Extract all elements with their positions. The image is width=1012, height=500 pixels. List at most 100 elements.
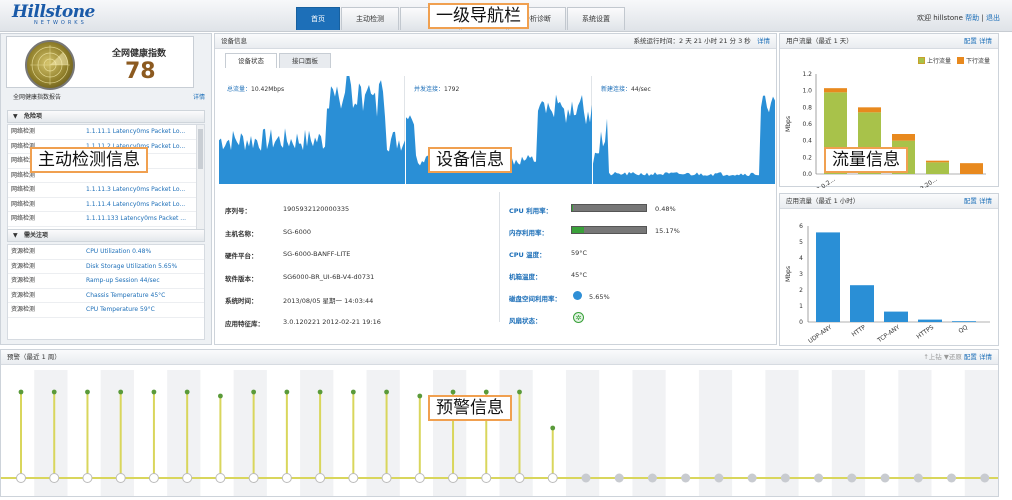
downstream-bar: [892, 134, 915, 141]
y-tick-label: 1.2: [802, 71, 812, 78]
serial-row: 序列号： 1905932120000335: [225, 205, 350, 215]
warning-point: [251, 389, 257, 395]
fan-icon: ✲: [573, 312, 584, 323]
app-traffic-title: 应用流量（最近 1 小时）: [786, 197, 860, 205]
app-traffic-config-link[interactable]: 配置: [964, 197, 977, 205]
y-tick-label: 6: [799, 223, 803, 230]
radar-icon: [25, 40, 75, 90]
timeline-node: [248, 473, 259, 483]
fan-status-row: 风扇状态： ✲: [509, 309, 769, 331]
watch-list: 资源检测 CPU Utilization 0.48% 资源检测 Disk Storag…: [7, 244, 205, 340]
timeline-node: [647, 473, 657, 483]
warning-config-link[interactable]: 配置: [964, 353, 977, 361]
watch-section-header[interactable]: ▼ 需关注项: [7, 229, 205, 242]
y-tick-label: 4: [799, 255, 803, 262]
dangerous-list-item[interactable]: 网络检测 1.1.11.3 Latency0ms Packet Lo...: [8, 183, 204, 198]
new-sessions-chart: 新建连接：44/sec: [593, 76, 775, 184]
timeline-node: [315, 473, 326, 483]
y-axis-label: Mbps: [785, 266, 792, 282]
timeline-node: [49, 473, 60, 483]
row-text: CPU Temperature 59°C: [86, 306, 155, 313]
dangerous-list-item[interactable]: 网络检测 1.1.11.1 Latency0ms Packet Lo...: [8, 125, 204, 140]
x-tick-label: UDP-ANY: [807, 324, 833, 345]
warning-point: [450, 389, 456, 395]
user-box: 欢迎 hillstone 帮助 | 退出: [917, 13, 1000, 23]
row-type: 网络检测: [11, 186, 36, 193]
nav-tab-active-detect[interactable]: 主动检测: [341, 7, 399, 30]
watch-list-item[interactable]: 资源检测 CPU Temperature 59°C: [8, 303, 204, 318]
software-version-row: 软件版本： SG6000-BR_UI-6B-V4-d0731: [225, 272, 375, 283]
warning-point: [218, 393, 223, 399]
app-bar: [850, 285, 874, 322]
timeline-node: [980, 473, 990, 483]
x-tick-label: HTTP: [851, 324, 868, 339]
timeline-node: [481, 473, 492, 483]
y-tick-label: 1.0: [802, 88, 812, 95]
device-detail-link[interactable]: 详情: [757, 37, 770, 45]
health-report-detail-link[interactable]: 详情: [193, 92, 205, 101]
watch-list-item[interactable]: 资源检测 Ramp-up Session 44/sec: [8, 274, 204, 289]
callout-traffic-info: 流量信息: [824, 147, 908, 173]
dangerous-list-scrollbar[interactable]: [196, 125, 204, 240]
warning-point: [417, 393, 423, 399]
row-text: 1.1.11.4 Latency0ms Packet Lo...: [86, 200, 186, 208]
warning-panel: 预警（最近 1 周） ↑上钻 ▼还原 配置 详情: [0, 349, 999, 497]
row-type: 资源检测: [11, 291, 36, 299]
y-tick-label: 0: [799, 319, 803, 326]
warning-header: 预警（最近 1 周） ↑上钻 ▼还原 配置 详情: [1, 350, 998, 365]
x-tick-label: 113.20...: [913, 176, 939, 188]
user-traffic-title: 用户流量（最近 1 天）: [786, 37, 853, 45]
y-tick-label: 1: [799, 303, 803, 310]
downstream-bar: [824, 88, 847, 93]
timeline-node: [581, 473, 591, 483]
warning-toolbar[interactable]: ↑上钻 ▼还原: [923, 353, 962, 361]
device-info-panel: 设备信息 系统运行时间：2 天 21 小时 21 分 3 秒 详情 设备状态 接…: [214, 33, 777, 345]
system-time-row: 系统时间： 2013/08/05 星期一 14:03:44: [225, 297, 374, 305]
dangerous-list-item[interactable]: 网络检测 1.1.11.4 Latency0ms Packet Lo...: [8, 198, 204, 212]
help-link[interactable]: 帮助: [965, 14, 979, 22]
timeline-node: [880, 473, 890, 483]
row-type: 网络检测: [11, 128, 36, 135]
health-report-row: 全网健康指数报告 详情: [1, 92, 211, 104]
app-traffic-detail-link[interactable]: 详情: [979, 197, 992, 205]
row-type: 资源检测: [11, 306, 36, 313]
warning-point: [317, 389, 323, 395]
timeline-node: [381, 473, 392, 483]
tab-device-status[interactable]: 设备状态: [225, 53, 277, 68]
app-signature-row: 应用特征库： 3.0.120221 2012-02-21 19:16: [225, 317, 381, 328]
collapse-icon: ▼: [13, 113, 18, 120]
user-traffic-config-link[interactable]: 配置: [964, 37, 977, 45]
timeline-node: [714, 473, 724, 483]
callout-primary-nav: 一级导航栏: [428, 3, 529, 29]
health-index-title: 全网健康指数: [112, 49, 167, 59]
row-text: Disk Storage Utilization 5.65%: [86, 262, 178, 270]
warning-point: [284, 389, 290, 395]
dangerous-list-item[interactable]: 网络检测 1.1.11.133 Latency0ms Packet ...: [8, 212, 204, 227]
warning-point: [51, 389, 57, 395]
warning-detail-link[interactable]: 详情: [979, 353, 992, 361]
logout-link[interactable]: 退出: [986, 14, 1000, 22]
watch-list-item[interactable]: 资源检测 Disk Storage Utilization 5.65%: [8, 260, 204, 274]
dangerous-section-header[interactable]: ▼ 危险项: [7, 110, 205, 123]
watch-list-item[interactable]: 资源检测 CPU Utilization 0.48%: [8, 245, 204, 260]
y-tick-label: 0.2: [802, 154, 812, 161]
logo: Hillstone NETWORKS: [12, 4, 100, 27]
warning-point: [184, 389, 190, 395]
tab-interface-panel[interactable]: 接口面板: [279, 53, 331, 68]
collapse-icon: ▼: [13, 232, 18, 239]
watch-section-title: 需关注项: [24, 232, 49, 239]
timeline-node: [747, 473, 757, 483]
timeline-node: [414, 473, 425, 483]
warning-point: [483, 389, 489, 395]
chassis-temp-row: 机箱温度： 45°C: [509, 271, 588, 281]
nav-tab-settings[interactable]: 系统设置: [567, 7, 625, 30]
user-traffic-detail-link[interactable]: 详情: [979, 37, 992, 45]
nav-tab-home[interactable]: 首页: [296, 7, 340, 30]
warning-point: [384, 389, 389, 395]
total-traffic-chart: 总流量：10.42Mbps: [219, 76, 405, 184]
watch-list-item[interactable]: 资源检测 Chassis Temperature 45°C: [8, 289, 204, 303]
y-tick-label: 3: [799, 271, 803, 278]
cpu-temp-row: CPU 温度： 59°C: [509, 249, 588, 259]
concurrent-sessions-label: 并发连接：1792: [414, 86, 460, 93]
device-info-header: 设备信息 系统运行时间：2 天 21 小时 21 分 3 秒 详情: [215, 34, 776, 49]
